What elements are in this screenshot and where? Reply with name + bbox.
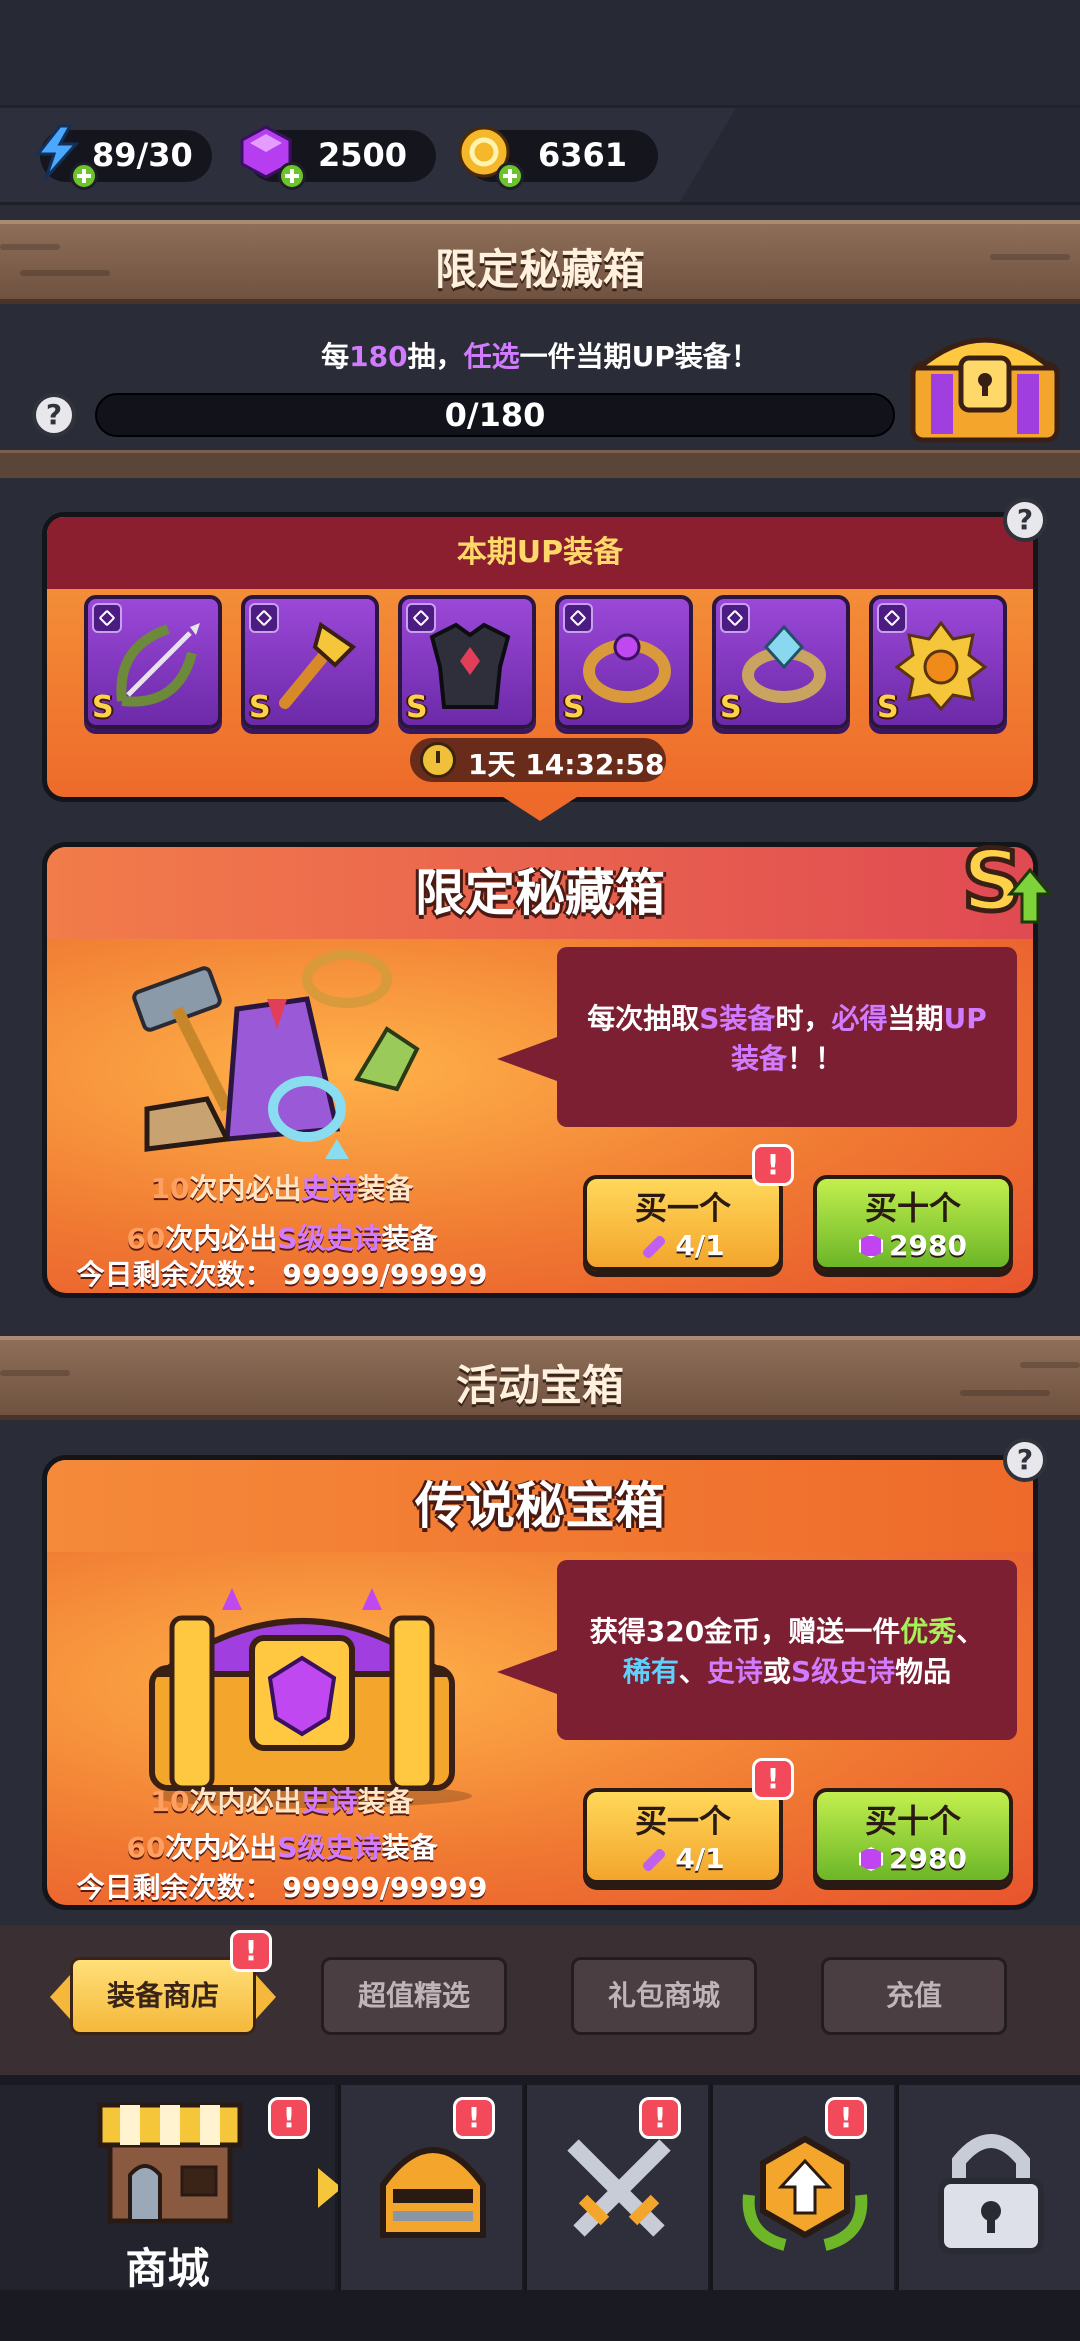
system-bar xyxy=(0,2295,1080,2341)
daily-remaining: 今日剩余次数： 99999/99999 xyxy=(76,1871,488,1904)
gem-icon xyxy=(859,1847,884,1871)
nav-battle-alert-badge: ! xyxy=(639,2097,681,2139)
up-item-wand[interactable]: S xyxy=(241,595,379,729)
ring-icon xyxy=(583,633,671,703)
epic-guarantee-line: 10次内必出史诗装备 xyxy=(150,1785,414,1818)
crossed-swords-icon xyxy=(567,2139,671,2237)
buy-one-alert-badge: ! xyxy=(752,1144,794,1186)
tab-gift-pack-shop[interactable]: 礼包商城 xyxy=(571,1957,757,2035)
tab-equipment-shop[interactable]: 装备商店 xyxy=(70,1957,256,2035)
buy-ten-button[interactable]: 买十个 2980 xyxy=(813,1175,1013,1271)
s-grade-up-icon: S xyxy=(958,830,1058,933)
event-section-header: 活动宝箱 xyxy=(0,1336,1080,1420)
up-item-gem-ring[interactable]: S xyxy=(712,595,850,729)
nav-hero[interactable]: ! xyxy=(338,2085,522,2290)
nav-upgrade-alert-badge: ! xyxy=(825,2097,867,2139)
nav-shop[interactable]: 商城 ! xyxy=(0,2085,335,2293)
gem-ring-icon xyxy=(742,624,826,703)
gold-value: 6361 xyxy=(538,136,628,174)
panel-pointer xyxy=(500,795,580,821)
limited-description: 每次抽取S装备时，必得当期UP 装备！！ xyxy=(587,1002,987,1075)
tab-alert-badge: ! xyxy=(230,1930,272,1972)
gem-value: 2500 xyxy=(318,136,408,174)
up-panel-title: 本期UP装备 xyxy=(47,517,1033,589)
legend-chest-card: 传说秘宝箱 获得320金币，赠送一件优秀、 稀有、史诗或S级史诗物品 10次内必出… xyxy=(42,1455,1038,1910)
limited-card-title: 限定秘藏箱 xyxy=(47,847,1033,939)
ledge xyxy=(0,450,1080,478)
tab-recharge[interactable]: 充值 xyxy=(821,1957,1007,2035)
epic-guarantee-line: 10次内必出史诗装备 xyxy=(150,1172,414,1205)
gem-counter[interactable]: 2500 xyxy=(240,125,436,190)
nav-locked[interactable] xyxy=(896,2085,1080,2290)
limited-section-title: 限定秘藏箱 xyxy=(434,245,645,294)
legend-description: 获得320金币，赠送一件优秀、 稀有、史诗或S级史诗物品 xyxy=(589,1615,985,1688)
buy-one-alert-badge: ! xyxy=(752,1758,794,1800)
event-section-title: 活动宝箱 xyxy=(455,1361,624,1410)
tab-value-picks[interactable]: 超值精选 xyxy=(321,1957,507,2035)
gold-counter[interactable]: 6361 xyxy=(458,126,658,190)
nav-shop-alert-badge: ! xyxy=(268,2097,310,2139)
legend-card-title: 传说秘宝箱 xyxy=(47,1460,1033,1552)
legend-chest-image xyxy=(142,1578,482,1808)
gem-icon xyxy=(238,124,306,190)
gem-icon xyxy=(859,1234,884,1258)
energy-counter[interactable]: 89/30 xyxy=(34,124,212,190)
tab-arrow-right-icon xyxy=(256,1975,276,2019)
upgrade-icon xyxy=(742,2135,868,2251)
up-item-ring[interactable]: S xyxy=(555,595,693,729)
lock-icon xyxy=(938,2134,1044,2254)
pity-chest-icon[interactable] xyxy=(905,318,1065,448)
wand-icon xyxy=(279,621,357,709)
limited-description-box: 每次抽取S装备时，必得当期UP 装备！！ xyxy=(497,947,1017,1127)
buy-one-button[interactable]: 买一个 4/1 xyxy=(583,1788,783,1884)
key-icon xyxy=(641,1234,668,1260)
limited-chest-card: 限定秘藏箱 每次抽取S装备时，必得当期UP 装备！！ 10次内必出史诗装备 60次… xyxy=(42,842,1038,1298)
key-icon xyxy=(641,1847,668,1873)
shop-icon xyxy=(97,2102,243,2224)
add-gem-icon[interactable] xyxy=(278,162,306,190)
pity-progress-value: 0/180 xyxy=(444,396,546,434)
s-epic-guarantee-line: 60次内必出S级史诗装备 xyxy=(126,1831,438,1864)
armor-icon xyxy=(429,622,511,709)
status-bar xyxy=(0,0,1080,105)
resource-bar: 89/30 2500 6361 xyxy=(0,105,1080,205)
up-help-icon[interactable]: ? xyxy=(1003,498,1047,542)
buy-one-button[interactable]: 买一个 4/1 xyxy=(583,1175,783,1271)
legend-description-box: 获得320金币，赠送一件优秀、 稀有、史诗或S级史诗物品 xyxy=(497,1560,1017,1740)
lightning-icon xyxy=(30,124,98,190)
tab-arrow-left-icon xyxy=(50,1975,70,2019)
legend-help-icon[interactable]: ? xyxy=(1003,1438,1047,1482)
bow-icon xyxy=(116,623,200,707)
up-item-amulet[interactable]: S xyxy=(869,595,1007,729)
energy-value: 89/30 xyxy=(92,136,193,174)
timer-value: 1天 14:32:58 xyxy=(468,748,665,781)
daily-remaining: 今日剩余次数： 99999/99999 xyxy=(76,1258,488,1291)
equipment-bundle-image xyxy=(117,939,457,1169)
nav-hero-alert-badge: ! xyxy=(453,2097,495,2139)
svg-text:S: S xyxy=(962,832,1023,930)
up-timer: 1天 14:32:58 xyxy=(410,738,666,782)
gold-coin-icon xyxy=(456,124,524,190)
help-icon[interactable]: ? xyxy=(32,393,76,437)
up-item-armor[interactable]: S xyxy=(398,595,536,729)
stopwatch-icon xyxy=(420,742,456,778)
buy-ten-button[interactable]: 买十个 2980 xyxy=(813,1788,1013,1884)
amulet-icon xyxy=(894,620,988,712)
limited-section-header: 限定秘藏箱 xyxy=(0,220,1080,304)
up-item-bow[interactable]: S xyxy=(84,595,222,729)
nav-shop-label: 商城 xyxy=(125,2244,210,2293)
nav-upgrade[interactable]: ! xyxy=(710,2085,894,2290)
add-gold-icon[interactable] xyxy=(496,162,524,190)
s-epic-guarantee-line: 60次内必出S级史诗装备 xyxy=(126,1222,438,1255)
nav-battle[interactable]: ! xyxy=(524,2085,708,2290)
helmet-icon xyxy=(380,2147,486,2238)
